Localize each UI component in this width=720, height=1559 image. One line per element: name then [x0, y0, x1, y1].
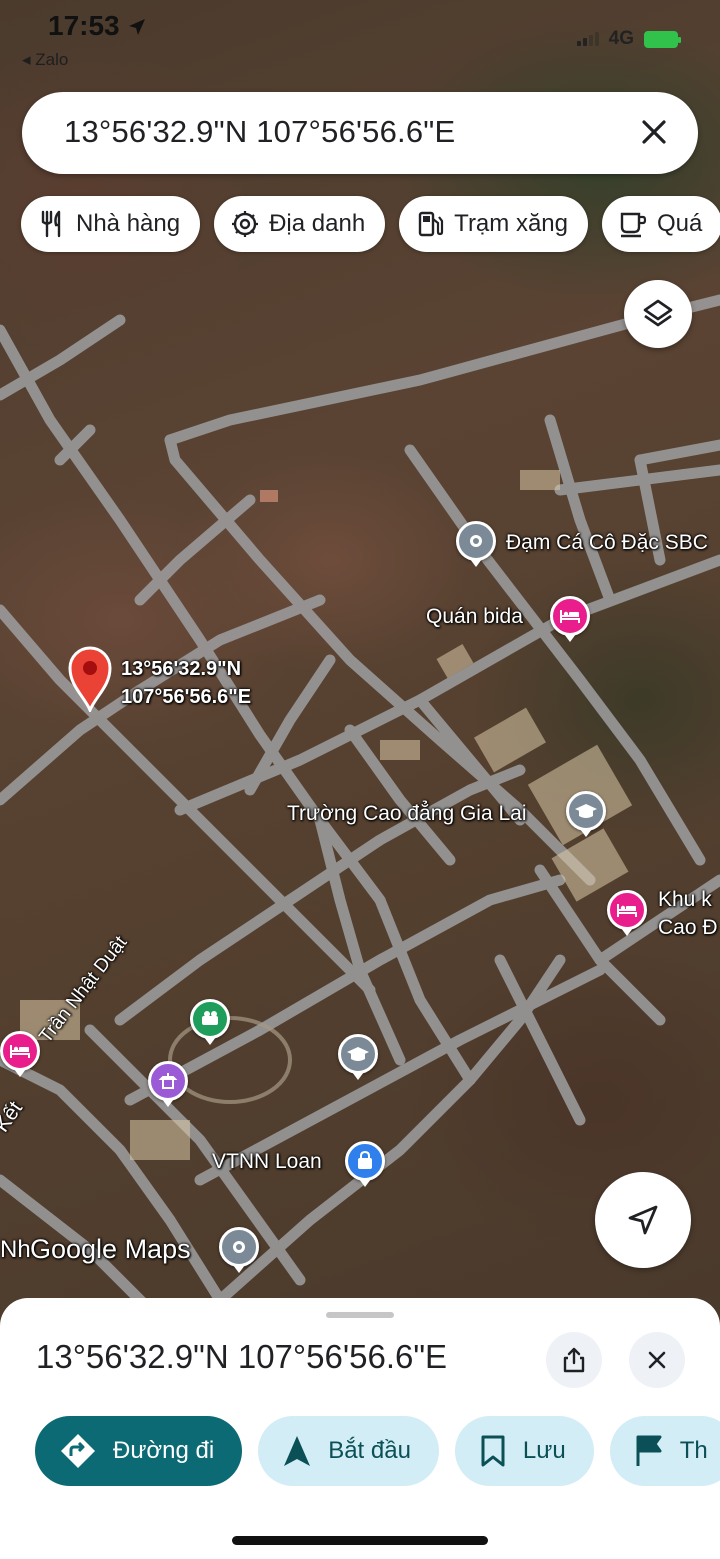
place-pin-quan-bida[interactable]	[550, 596, 590, 642]
home-indicator	[232, 1536, 488, 1545]
bookmark-icon	[481, 1435, 505, 1467]
shopping-bag-icon	[358, 1151, 372, 1169]
place-pin-school[interactable]	[566, 791, 606, 837]
close-icon[interactable]	[634, 112, 674, 152]
sheet-title: 13°56'32.9"N 107°56'56.6"E	[36, 1338, 448, 1375]
place-label-truong[interactable]: Trường Cao đẳng Gia Lai	[287, 802, 527, 826]
place-pin-generic[interactable]	[219, 1227, 259, 1273]
directions-icon	[61, 1434, 95, 1468]
lodging-icon	[560, 610, 580, 623]
my-location-button[interactable]	[595, 1172, 691, 1268]
action-buttons: Đường đi Bắt đầu Lưu Th	[35, 1416, 720, 1486]
location-arrow-icon	[129, 19, 146, 35]
share-icon	[563, 1347, 585, 1373]
place-dot-icon	[470, 535, 482, 547]
place-pin-lodging-left[interactable]	[0, 1031, 40, 1077]
cafe-icon	[620, 212, 647, 238]
start-button[interactable]: Bắt đầu	[258, 1416, 439, 1486]
place-label-vtnn[interactable]: VTNN Loan	[212, 1150, 322, 1174]
status-indicators: 4G	[576, 28, 681, 50]
lodging-icon	[617, 904, 637, 917]
chip-label: Địa danh	[269, 210, 366, 237]
lodging-icon	[10, 1045, 30, 1058]
place-sheet[interactable]: 13°56'32.9"N 107°56'56.6"E Đường đi Bắt …	[0, 1298, 720, 1559]
chip-label: Quá	[656, 210, 703, 237]
place-dot-icon	[233, 1241, 245, 1253]
landmark-icon	[232, 211, 259, 237]
save-label: Lưu	[522, 1437, 566, 1464]
category-chips: Nhà hàng Địa danh Trạm xăng Quá	[21, 196, 720, 252]
save-button[interactable]: Lưu	[454, 1416, 594, 1486]
more-label: Th	[679, 1437, 708, 1464]
chip-landmark[interactable]: Địa danh	[214, 196, 386, 252]
place-label-dam-ca[interactable]: Đạm Cá Cô Đặc SBC	[506, 531, 708, 555]
chip-cafe[interactable]: Quá	[601, 196, 720, 252]
share-button[interactable]	[546, 1332, 602, 1388]
school-icon	[575, 804, 597, 818]
search-input[interactable]: 13°56'32.9"N 107°56'56.6"E	[64, 114, 455, 150]
back-to-app-link[interactable]: ◂ Zalo	[22, 50, 68, 70]
chip-gas-station[interactable]: Trạm xăng	[399, 196, 588, 252]
dropped-pin-icon[interactable]	[66, 646, 114, 712]
place-pin-worship[interactable]	[148, 1061, 188, 1107]
place-pin-school-2[interactable]	[338, 1034, 378, 1080]
google-maps-watermark: Google Maps	[30, 1234, 191, 1264]
gas-station-icon	[418, 211, 444, 237]
place-label-khu-k[interactable]: Khu k Cao Đ	[658, 886, 718, 942]
restaurant-icon	[41, 210, 61, 238]
place-pin-park[interactable]	[190, 999, 230, 1045]
close-sheet-button[interactable]	[629, 1332, 685, 1388]
place-pin-khu-k[interactable]	[607, 890, 647, 936]
place-pin-dam-ca[interactable]	[456, 521, 496, 567]
status-time: 17:53	[48, 10, 147, 42]
navigation-icon	[284, 1436, 311, 1466]
directions-button[interactable]: Đường đi	[35, 1416, 243, 1486]
navigation-arrow-icon	[628, 1205, 658, 1235]
status-bar: 17:53 ◂ Zalo 4G	[0, 0, 720, 80]
partial-label-nh: Nh	[0, 1236, 31, 1263]
layers-button[interactable]	[624, 280, 692, 348]
battery-icon	[644, 30, 681, 48]
start-label: Bắt đầu	[328, 1437, 411, 1464]
chip-restaurant[interactable]: Nhà hàng	[21, 196, 201, 252]
search-bar[interactable]: 13°56'32.9"N 107°56'56.6"E	[22, 92, 698, 174]
more-button[interactable]: Th	[609, 1416, 720, 1486]
recreation-icon	[202, 1011, 218, 1025]
close-icon	[648, 1351, 666, 1369]
signal-icon	[576, 32, 599, 46]
chip-label: Trạm xăng	[454, 210, 568, 237]
place-label-quan-bida[interactable]: Quán bida	[426, 605, 523, 629]
place-pin-vtnn[interactable]	[345, 1141, 385, 1187]
sheet-drag-handle[interactable]	[326, 1312, 394, 1318]
directions-label: Đường đi	[113, 1437, 215, 1464]
network-label: 4G	[608, 28, 634, 49]
map-view[interactable]: 17:53 ◂ Zalo 4G 13°56'32.9"N 107°56'56.6…	[0, 0, 720, 1330]
dropped-pin-label: 13°56'32.9"N 107°56'56.6"E	[121, 658, 252, 708]
flag-icon	[636, 1435, 662, 1466]
layers-icon	[643, 299, 673, 327]
chip-label: Nhà hàng	[76, 210, 181, 237]
temple-icon	[158, 1073, 178, 1089]
school-icon	[347, 1047, 369, 1061]
